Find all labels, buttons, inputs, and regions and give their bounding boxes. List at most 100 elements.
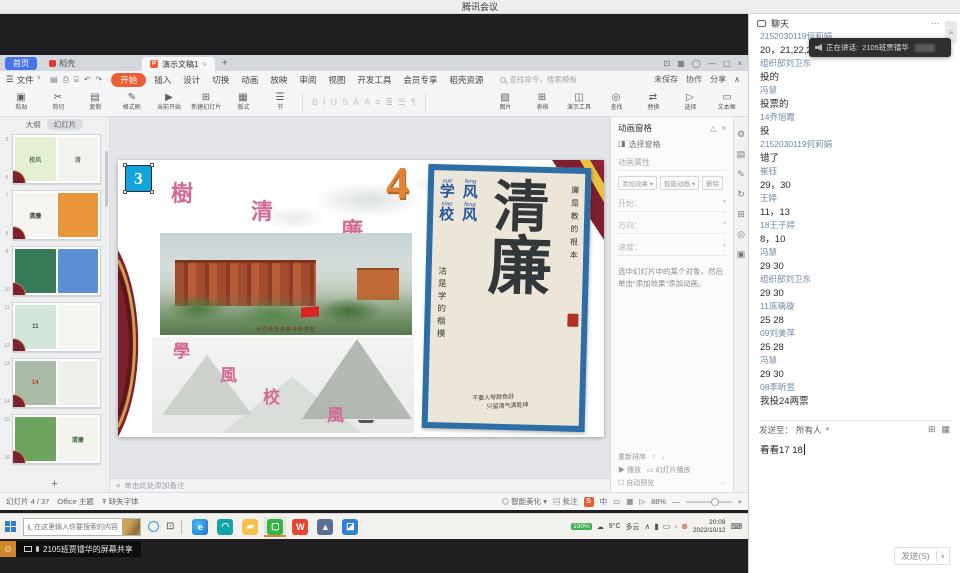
anim-field-开始：[interactable]: 开始： (618, 198, 726, 212)
ribbon-tab-10[interactable]: 稻壳资源 (443, 73, 489, 87)
side-tool-icon-4[interactable]: ⊞ (737, 209, 745, 220)
toolbar-button-版式[interactable]: ▦版式 (226, 93, 260, 112)
side-tool-icon-6[interactable]: ▣ (737, 249, 746, 260)
selection-handle[interactable] (150, 190, 154, 194)
notes-bar[interactable]: ≡ 单击此处添加备注 (110, 478, 610, 492)
taskbar-app-wps-icon[interactable]: W (289, 517, 311, 537)
side-tool-icon-0[interactable]: ⚙ (737, 129, 745, 140)
slide-thumbnail-2[interactable]: 78清廉 (2, 190, 101, 240)
anim-field-速度：[interactable]: 速度： (618, 242, 726, 256)
toolbar-button-演示工具[interactable]: ◫演示工具 (562, 93, 596, 112)
zoom-out-button[interactable]: — (672, 497, 680, 506)
speed-badge[interactable]: 100% (571, 523, 592, 530)
select-pane-link[interactable]: ◨ 选择窗格 (618, 139, 726, 150)
collab-button[interactable]: 协作 (686, 74, 702, 85)
task-view-icon[interactable]: ⊡ (166, 521, 174, 532)
taskbar-app-folder-icon[interactable]: ▰ (239, 517, 261, 537)
wps-document-tab[interactable]: P 演示文稿1 ∨ (142, 57, 215, 71)
toolbar-button-替换[interactable]: ⇄替换 (636, 93, 670, 112)
keyboard-icon[interactable]: ⌨ (730, 522, 742, 531)
thumbnail-scrollbar[interactable] (105, 151, 108, 207)
play-button[interactable]: ▶ 播放 (618, 465, 641, 475)
current-slide[interactable]: 3 樹 清 廉 4 (118, 160, 604, 437)
print-icon[interactable]: ⎙ (63, 75, 69, 85)
weather-desc[interactable]: 多云 (626, 522, 640, 532)
outline-tab[interactable]: 大纲 (26, 119, 41, 130)
taskbar-app-photos-icon[interactable]: ◪ (339, 517, 361, 537)
toolbar-button-当前开始[interactable]: ▶当前开始 (152, 93, 186, 112)
redo-icon[interactable]: ↷ (96, 75, 103, 85)
play-view-icon[interactable]: ▷ (639, 497, 645, 506)
theme-label[interactable]: Office 主题 (57, 496, 94, 507)
down-icon[interactable]: ↓ (662, 454, 666, 461)
ribbon-tab-6[interactable]: 审阅 (293, 73, 322, 87)
chat-message-list[interactable]: 2152030119何莉娟20，21,22,23组织部刘卫东投的冯慧投票的14乔… (760, 30, 944, 414)
slides-tab[interactable]: 幻灯片 (47, 119, 84, 130)
send-to-target[interactable]: 所有人 (796, 424, 822, 436)
chat-more-icon[interactable]: ··· (931, 18, 940, 28)
minimize-button[interactable]: — (708, 59, 716, 68)
file-menu[interactable]: ☰ 文件 ∨ (6, 74, 41, 86)
toolbar-button-复制[interactable]: ▤复制 (78, 93, 112, 112)
start-button[interactable] (5, 521, 16, 532)
more-icon[interactable]: ··· (719, 480, 726, 487)
taskbar-search[interactable]: 在这里输入你要搜索的内容 (23, 518, 141, 536)
maximize-button[interactable]: ▢ (723, 59, 731, 68)
selection-handle[interactable] (123, 190, 127, 194)
zoom-slider[interactable] (686, 501, 732, 503)
toolbar-button-表格[interactable]: ⊞表格 (525, 93, 559, 112)
slide-thumbnail-5[interactable]: 131414 (2, 358, 101, 408)
auto-preview-checkbox[interactable]: ☐ 自动预览 (618, 478, 654, 488)
command-search[interactable]: 查找命令，搜索模板 (500, 74, 577, 85)
save-icon[interactable]: ▤ (50, 75, 58, 85)
side-tool-icon-1[interactable]: ▤ (737, 149, 746, 160)
toolbar-button-新建幻灯片[interactable]: ⊞新建幻灯片 (189, 93, 223, 112)
ribbon-tab-7[interactable]: 视图 (322, 73, 351, 87)
send-options-caret[interactable]: ∨ (936, 551, 949, 562)
side-tool-icon-5[interactable]: ◎ (737, 229, 745, 240)
up-icon[interactable]: ↑ (652, 454, 656, 461)
side-tool-icon-3[interactable]: ↻ (737, 189, 745, 200)
toolbar-button-格式刷[interactable]: ✎格式刷 (115, 93, 149, 112)
zoom-knob[interactable] (711, 498, 719, 506)
slideshow-button[interactable]: ▭ 幻灯片播放 (647, 465, 691, 475)
taskbar-app-browser-icon[interactable]: ◠ (214, 517, 236, 537)
anim-button-智能动画 ▾[interactable]: 智能动画 ▾ (660, 176, 699, 190)
ribbon-tab-0[interactable]: 开始 (111, 73, 146, 87)
taskbar-app-edge-icon[interactable]: e (189, 517, 211, 537)
zoom-in-button[interactable]: + (738, 497, 742, 506)
new-tab-button[interactable]: + (215, 58, 235, 69)
screenshot-icon[interactable]: ⊞ (928, 424, 936, 435)
side-tool-icon-2[interactable]: ✎ (737, 169, 745, 180)
anim-button-删除[interactable]: 删除 (702, 176, 723, 190)
weather-temp[interactable]: 9°C (609, 523, 621, 530)
ribbon-tab-3[interactable]: 切换 (206, 73, 235, 87)
slide-thumbnail-3[interactable]: 910 (2, 246, 101, 296)
selection-handle[interactable] (150, 163, 154, 167)
toolbar-button-查找[interactable]: ◎查找 (599, 93, 633, 112)
send-button[interactable]: 发送(S) ∨ (894, 547, 950, 565)
slide-number-3-box[interactable]: 3 (125, 165, 152, 192)
language-indicator[interactable]: 中 (600, 496, 608, 507)
toolbar-button-选择[interactable]: ▷选择 (673, 93, 707, 112)
toolbar-button-图片[interactable]: ▨图片 (488, 93, 522, 112)
close-button[interactable]: × (737, 59, 742, 68)
collapse-ribbon-icon[interactable]: ∧ (734, 75, 740, 84)
toolbar-button-粘贴[interactable]: ▣粘贴 (4, 93, 38, 112)
slide-thumbnail-4[interactable]: 111211 (2, 302, 101, 352)
pin-icon[interactable]: △ (710, 124, 716, 133)
tray-icon-4[interactable]: ⊗ (681, 522, 688, 531)
tray-icon-0[interactable]: ∧ (645, 522, 651, 531)
ribbon-tab-5[interactable]: 放映 (264, 73, 293, 87)
apps-grid-icon[interactable]: ▦ (677, 59, 685, 68)
comment-button[interactable]: ▤ 批注 (553, 496, 578, 507)
undo-icon[interactable]: ↶ (84, 75, 91, 85)
tray-icon-3[interactable]: ◦ (674, 522, 677, 531)
wps-home-tab[interactable]: 首页 (5, 57, 37, 70)
taskbar-app-mail-icon[interactable]: ▲ (314, 517, 336, 537)
close-pane-icon[interactable]: × (721, 124, 726, 133)
cortana-icon[interactable] (148, 521, 159, 532)
anim-button-添加效果 ▾[interactable]: 添加效果 ▾ (618, 176, 657, 190)
taskbar-app-meeting-icon[interactable]: ▢ (264, 517, 286, 537)
normal-view-icon[interactable]: ▭ (613, 497, 620, 506)
